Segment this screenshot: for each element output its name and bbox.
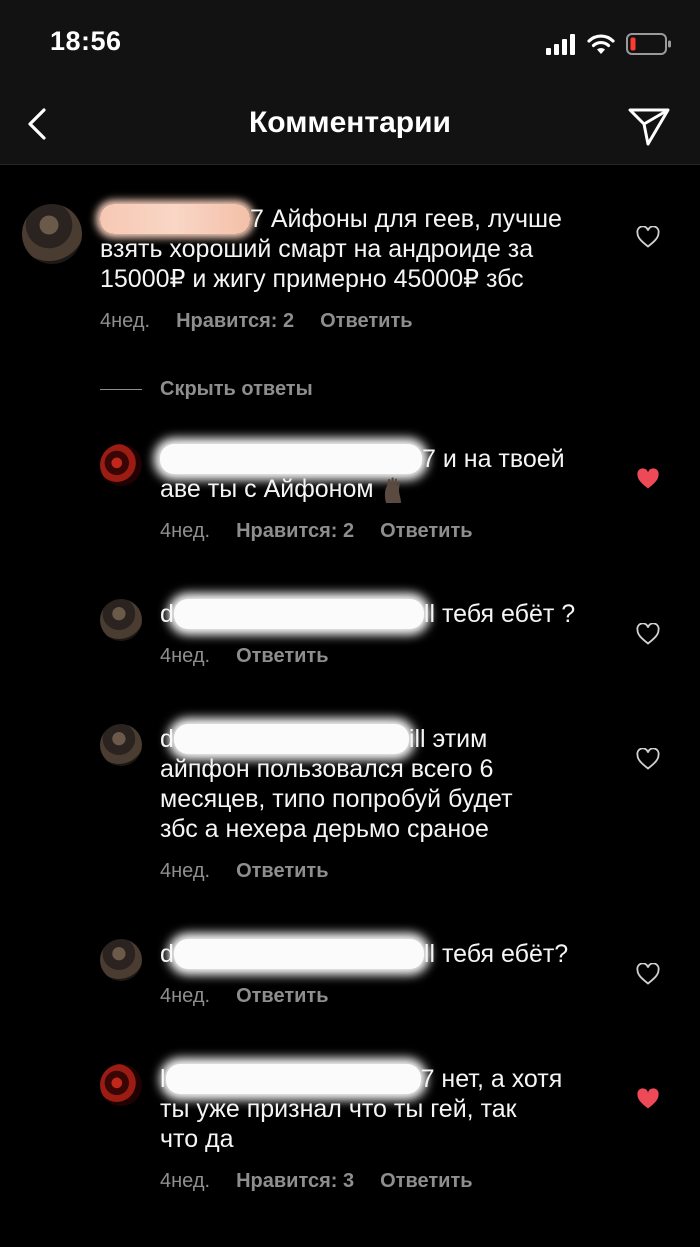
redacted-username[interactable] [165, 1064, 421, 1094]
redacted-username[interactable] [173, 724, 409, 754]
divider [100, 389, 142, 390]
status-bar: 18:56 [0, 0, 700, 86]
send-icon [628, 108, 670, 146]
comment-text: d ll тебя ебёт? [160, 939, 569, 969]
comment-item: 7 Айфоны для геев, лучше взять хороший с… [0, 190, 700, 350]
comment-meta: 4нед. Нравится: 2 Ответить [160, 520, 499, 543]
comment-text: d ll тебя ебёт ? [160, 599, 576, 629]
page-title: Комментарии [248, 106, 452, 139]
status-icons [546, 30, 672, 58]
heart-icon[interactable] [636, 623, 660, 645]
avatar[interactable] [100, 724, 142, 766]
comment-meta: 4нед. Ответить [160, 860, 355, 883]
avatar[interactable] [100, 599, 142, 641]
battery-low-icon [626, 33, 671, 55]
comment-time: 4нед. [160, 860, 211, 882]
status-time: 18:56 [50, 26, 122, 56]
redacted-username[interactable] [160, 444, 422, 474]
reply-button[interactable]: Ответить [236, 985, 328, 1008]
comment-text: d ill этим айпфон пользовался всего 6 мес… [160, 724, 513, 843]
comment-text: l7 нет, а хотя ты уже признал что ты гей… [160, 1064, 563, 1153]
comment-meta: 4нед. Ответить [160, 645, 355, 668]
comment-text: 7 и на твоей аве ты с Айфоном [160, 444, 565, 504]
comment-time: 4нед. [160, 1170, 211, 1192]
share-button[interactable] [626, 102, 672, 148]
wifi-icon [587, 34, 615, 54]
comment-meta: 4нед. Ответить [160, 985, 355, 1008]
reply-item: d ll тебя ебёт ? 4нед. Ответить [0, 585, 700, 675]
signal-icon [546, 34, 575, 55]
heart-filled-icon[interactable] [636, 1088, 660, 1110]
comment-time: 4нед. [160, 645, 211, 667]
redacted-username[interactable] [173, 939, 424, 969]
comment-meta: 4нед. Нравится: 2 Ответить [100, 310, 439, 333]
reply-button[interactable]: Ответить [380, 1170, 472, 1193]
reply-button[interactable]: Ответить [380, 520, 472, 543]
avatar[interactable] [100, 444, 142, 486]
heart-icon[interactable] [636, 748, 660, 770]
hide-replies-label: Скрыть ответы [160, 378, 313, 400]
reply-button[interactable]: Ответить [236, 860, 328, 883]
reply-button[interactable]: Ответить [236, 645, 328, 668]
reply-item: 7 и на твоей аве ты с Айфоном 4нед. Нрав… [0, 430, 700, 550]
heart-icon[interactable] [636, 226, 660, 248]
heart-filled-icon[interactable] [636, 468, 660, 490]
redacted-username[interactable] [173, 599, 424, 629]
comment-text: 7 Айфоны для геев, лучше взять хороший с… [100, 204, 562, 293]
hide-replies-button[interactable]: Скрыть ответы [100, 378, 313, 401]
likes-count[interactable]: Нравится: 3 [236, 1170, 354, 1193]
raised-hand-emoji [384, 477, 401, 504]
reply-button[interactable]: Ответить [320, 310, 412, 333]
comment-meta: 4нед. Нравится: 3 Ответить [160, 1170, 499, 1193]
likes-count[interactable]: Нравится: 2 [176, 310, 294, 333]
nav-bar: Комментарии [0, 86, 700, 165]
reply-item: d ll тебя ебёт? 4нед. Ответить [0, 925, 700, 1015]
redacted-username[interactable] [100, 204, 250, 234]
reply-item: l7 нет, а хотя ты уже признал что ты гей… [0, 1050, 700, 1210]
avatar[interactable] [22, 204, 82, 264]
comment-time: 4нед. [100, 310, 151, 332]
likes-count[interactable]: Нравится: 2 [236, 520, 354, 543]
reply-item: d ill этим айпфон пользовался всего 6 мес… [0, 710, 700, 890]
comment-time: 4нед. [160, 520, 211, 542]
heart-icon[interactable] [636, 963, 660, 985]
avatar[interactable] [100, 1064, 142, 1106]
comment-time: 4нед. [160, 985, 211, 1007]
avatar[interactable] [100, 939, 142, 981]
